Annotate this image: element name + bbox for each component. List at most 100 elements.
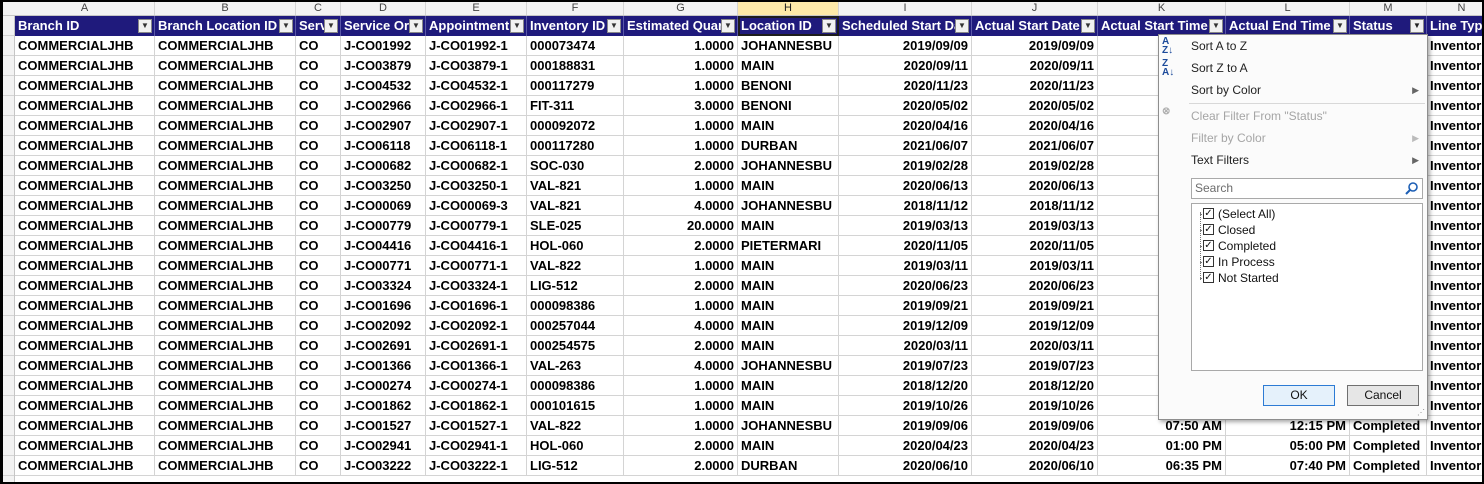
table-cell[interactable]: CO — [296, 376, 341, 396]
table-cell[interactable]: J-CO02092-1 — [426, 316, 527, 336]
table-cell[interactable]: MAIN — [738, 376, 839, 396]
table-cell[interactable]: 000188831 — [527, 56, 624, 76]
table-cell[interactable]: COMMERCIALJHB — [155, 416, 296, 436]
filter-dropdown-button[interactable]: ▼ — [138, 19, 152, 33]
table-cell[interactable]: 2.0000 — [624, 436, 738, 456]
table-cell[interactable]: 000117280 — [527, 136, 624, 156]
filter-dropdown-button[interactable]: ▼ — [721, 19, 735, 33]
table-cell[interactable]: 2020/04/16 — [972, 116, 1098, 136]
row-number[interactable] — [3, 316, 14, 336]
table-cell[interactable]: 2018/12/20 — [972, 376, 1098, 396]
table-cell[interactable]: COMMERCIALJHB — [15, 56, 155, 76]
row-number[interactable] — [3, 16, 14, 36]
table-cell[interactable]: Completed — [1350, 456, 1427, 476]
table-cell[interactable]: CO — [296, 316, 341, 336]
table-cell[interactable]: 1.0000 — [624, 116, 738, 136]
table-cell[interactable]: 2019/10/26 — [972, 396, 1098, 416]
table-cell[interactable]: J-CO01366-1 — [426, 356, 527, 376]
table-cell[interactable]: COMMERCIALJHB — [155, 316, 296, 336]
column-letter[interactable]: L — [1226, 2, 1350, 15]
table-cell[interactable]: J-CO04532 — [341, 76, 426, 96]
table-cell[interactable]: CO — [296, 296, 341, 316]
table-cell[interactable]: 2018/12/20 — [839, 376, 972, 396]
table-cell[interactable]: CO — [296, 136, 341, 156]
table-cell[interactable]: J-CO03879 — [341, 56, 426, 76]
table-cell[interactable]: JOHANNESBU — [738, 36, 839, 56]
table-cell[interactable]: 20.0000 — [624, 216, 738, 236]
table-cell[interactable]: COMMERCIALJHB — [15, 236, 155, 256]
table-cell[interactable]: DURBAN — [738, 456, 839, 476]
row-number[interactable] — [3, 196, 14, 216]
table-cell[interactable]: VAL-822 — [527, 416, 624, 436]
table-cell[interactable]: J-CO00771-1 — [426, 256, 527, 276]
table-cell[interactable]: J-CO02941-1 — [426, 436, 527, 456]
table-cell[interactable]: Completed — [1350, 436, 1427, 456]
table-cell[interactable]: HOL-060 — [527, 436, 624, 456]
table-cell[interactable]: Inventor — [1427, 356, 1482, 376]
table-cell[interactable]: J-CO00274-1 — [426, 376, 527, 396]
table-cell[interactable]: J-CO02907-1 — [426, 116, 527, 136]
table-cell[interactable]: 4.0000 — [624, 356, 738, 376]
table-cell[interactable]: J-CO03250-1 — [426, 176, 527, 196]
table-cell[interactable]: CO — [296, 116, 341, 136]
table-cell[interactable]: Inventor — [1427, 176, 1482, 196]
row-number[interactable] — [3, 116, 14, 136]
table-cell[interactable]: MAIN — [738, 216, 839, 236]
table-cell[interactable]: COMMERCIALJHB — [15, 336, 155, 356]
table-cell[interactable]: 1.0000 — [624, 56, 738, 76]
table-cell[interactable]: Inventor — [1427, 36, 1482, 56]
table-cell[interactable]: Inventor — [1427, 216, 1482, 236]
table-cell[interactable]: J-CO04416 — [341, 236, 426, 256]
text-filters-item[interactable]: Text Filters ▶ — [1159, 149, 1427, 171]
table-cell[interactable]: MAIN — [738, 316, 839, 336]
table-cell[interactable]: 1.0000 — [624, 176, 738, 196]
table-cell[interactable]: 2019/09/06 — [972, 416, 1098, 436]
table-cell[interactable]: COMMERCIALJHB — [155, 156, 296, 176]
table-cell[interactable]: 07:40 PM — [1226, 456, 1350, 476]
table-cell[interactable]: LIG-512 — [527, 276, 624, 296]
filter-dropdown-button[interactable]: ▼ — [1081, 19, 1095, 33]
table-cell[interactable]: CO — [296, 276, 341, 296]
table-cell[interactable]: 3.0000 — [624, 96, 738, 116]
table-cell[interactable]: 4.0000 — [624, 196, 738, 216]
table-cell[interactable]: VAL-822 — [527, 256, 624, 276]
table-cell[interactable]: CO — [296, 156, 341, 176]
table-cell[interactable]: 2020/04/16 — [839, 116, 972, 136]
filter-value-item[interactable]: ✓ Closed — [1203, 222, 1255, 238]
table-cell[interactable]: COMMERCIALJHB — [15, 156, 155, 176]
table-cell[interactable]: 2020/04/23 — [972, 436, 1098, 456]
table-cell[interactable]: Inventor — [1427, 336, 1482, 356]
table-cell[interactable]: J-CO04416-1 — [426, 236, 527, 256]
filter-dropdown-button[interactable]: ▼ — [1333, 19, 1347, 33]
table-cell[interactable]: Inventor — [1427, 116, 1482, 136]
table-cell[interactable]: 2020/06/10 — [839, 456, 972, 476]
table-cell[interactable]: COMMERCIALJHB — [15, 396, 155, 416]
filter-dropdown-button[interactable]: ▼ — [510, 19, 524, 33]
table-cell[interactable]: Inventor — [1427, 76, 1482, 96]
table-cell[interactable]: 2018/11/12 — [839, 196, 972, 216]
column-header[interactable]: Actual End Time — [1226, 16, 1350, 36]
column-letter[interactable]: E — [426, 2, 527, 15]
table-cell[interactable]: J-CO02941 — [341, 436, 426, 456]
table-cell[interactable]: 2020/06/23 — [972, 276, 1098, 296]
column-header[interactable]: Scheduled Start Da — [839, 16, 972, 36]
table-cell[interactable]: 2020/11/23 — [839, 76, 972, 96]
table-cell[interactable]: COMMERCIALJHB — [155, 256, 296, 276]
table-cell[interactable]: 000254575 — [527, 336, 624, 356]
sort-asc-item[interactable]: A Z↓ Sort A to Z — [1159, 35, 1427, 57]
table-cell[interactable]: 2020/03/11 — [839, 336, 972, 356]
table-cell[interactable]: Inventor — [1427, 436, 1482, 456]
table-cell[interactable]: J-CO02966-1 — [426, 96, 527, 116]
table-cell[interactable]: 2020/04/23 — [839, 436, 972, 456]
table-cell[interactable]: Inventor — [1427, 156, 1482, 176]
table-cell[interactable]: Inventor — [1427, 96, 1482, 116]
table-cell[interactable]: COMMERCIALJHB — [15, 436, 155, 456]
table-cell[interactable]: 2019/09/21 — [839, 296, 972, 316]
table-cell[interactable]: COMMERCIALJHB — [155, 336, 296, 356]
table-cell[interactable]: J-CO00682 — [341, 156, 426, 176]
table-cell[interactable]: 2.0000 — [624, 156, 738, 176]
table-cell[interactable]: 000098386 — [527, 296, 624, 316]
table-cell[interactable]: COMMERCIALJHB — [15, 276, 155, 296]
filter-active-button[interactable]: ▼ — [1410, 19, 1424, 33]
table-cell[interactable]: Inventor — [1427, 276, 1482, 296]
